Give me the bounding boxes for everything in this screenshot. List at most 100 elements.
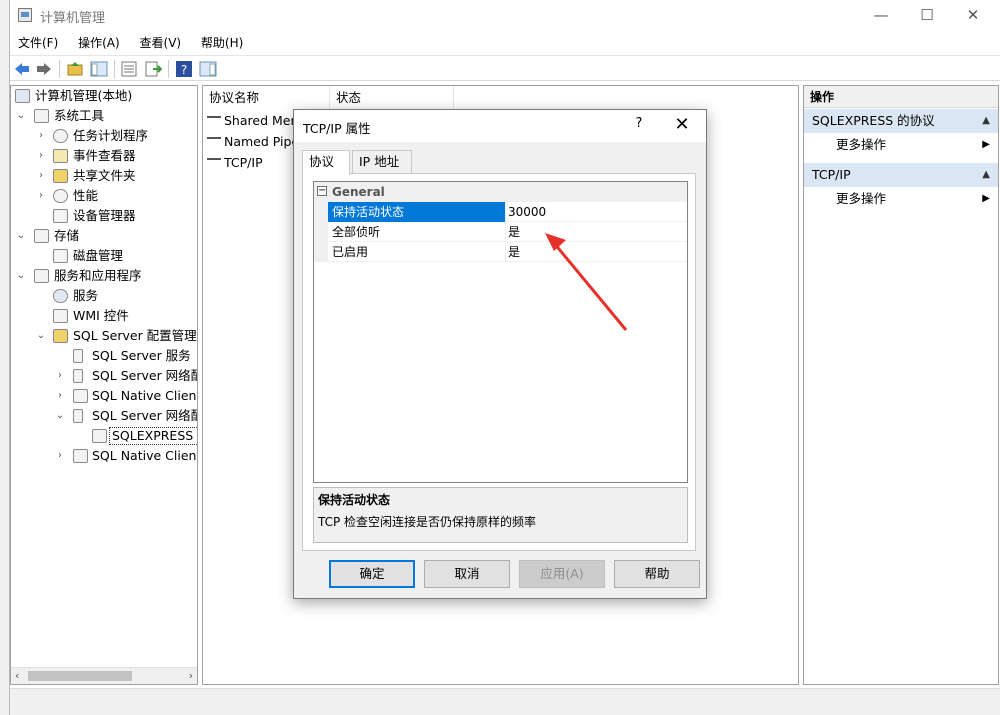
apply-button[interactable]: 应用(A): [519, 560, 605, 588]
performance-icon: [53, 189, 68, 203]
scroll-left-icon[interactable]: ‹: [15, 669, 19, 682]
show-hide-tree-icon[interactable]: [90, 60, 108, 78]
expand-chevron-icon[interactable]: ›: [54, 386, 66, 406]
tree-item-label: SQL Server 网络配: [92, 368, 198, 383]
column-header-status[interactable]: 状态: [330, 86, 454, 110]
list-item[interactable]: Named Pipe: [207, 131, 299, 152]
collapse-chevron-icon[interactable]: ⌄: [35, 326, 47, 346]
device-manager-icon: [53, 209, 68, 223]
cancel-button[interactable]: 取消: [424, 560, 510, 588]
protocol-icon: [207, 158, 221, 168]
actions-section-tcpip[interactable]: TCP/IP ▲: [804, 163, 998, 187]
sql-config-icon: [53, 329, 68, 343]
menu-file[interactable]: 文件(F): [10, 31, 66, 51]
more-actions-item[interactable]: 更多操作 ▶: [804, 133, 998, 157]
list-item[interactable]: TCP/IP: [207, 152, 263, 173]
collapse-chevron-icon[interactable]: ⌄: [15, 106, 27, 126]
expand-chevron-icon[interactable]: ›: [35, 126, 47, 146]
property-row-keep-alive[interactable]: 保持活动状态 30000: [314, 202, 687, 222]
actions-header: 操作: [804, 86, 998, 108]
svg-text:?: ?: [181, 63, 187, 77]
toolbar-separator: [114, 60, 115, 78]
computer-management-icon: [18, 8, 32, 22]
console-tree: 计算机管理(本地) ⌄ 系统工具 › 任务计划程序 › 事件查看器 › 共享文件…: [10, 85, 198, 685]
property-value[interactable]: 是: [508, 222, 520, 242]
property-category[interactable]: − General: [314, 182, 687, 202]
help-button[interactable]: 帮助: [614, 560, 700, 588]
collapse-box-icon[interactable]: −: [317, 186, 327, 196]
description-title: 保持活动状态: [318, 493, 391, 507]
window-title: 计算机管理: [40, 11, 106, 26]
protocol-name: Named Pipe: [224, 134, 300, 149]
collapse-chevron-icon[interactable]: ⌄: [15, 226, 27, 246]
property-description: 保持活动状态 TCP 检查空闲连接是否仍保持原样的频率: [313, 487, 688, 543]
property-value[interactable]: 30000: [508, 202, 546, 222]
actions-section-title: TCP/IP: [812, 167, 851, 182]
back-arrow-icon[interactable]: [13, 60, 31, 78]
help-icon[interactable]: ?: [624, 116, 654, 136]
submenu-arrow-icon: ▶: [982, 139, 990, 150]
title-bar: 计算机管理 — ☐ ✕: [10, 0, 1000, 31]
close-button[interactable]: ✕: [950, 0, 996, 31]
property-row-enabled[interactable]: 已启用 是: [314, 242, 687, 262]
protocol-icon: [92, 429, 107, 443]
help-icon[interactable]: ?: [175, 60, 193, 78]
tab-protocol[interactable]: 协议: [302, 150, 350, 175]
scrollbar-thumb[interactable]: [28, 671, 132, 681]
up-folder-icon[interactable]: [66, 60, 84, 78]
expand-chevron-icon[interactable]: ›: [35, 146, 47, 166]
property-value[interactable]: 是: [508, 242, 520, 262]
computer-management-icon: [15, 89, 30, 103]
dialog-title: TCP/IP 属性: [303, 121, 371, 136]
ok-button[interactable]: 确定: [329, 560, 415, 588]
actions-section-title: SQLEXPRESS 的协议: [812, 113, 935, 128]
property-name: 保持活动状态: [328, 202, 506, 222]
actions-pane: 操作 SQLEXPRESS 的协议 ▲ 更多操作 ▶ TCP/IP ▲ 更多操作…: [803, 85, 999, 685]
tools-icon: [34, 109, 49, 123]
clock-icon: [53, 129, 68, 143]
row-gutter: [314, 202, 328, 222]
tree-horizontal-scrollbar[interactable]: ‹ ›: [11, 667, 197, 684]
tree-item-label: 计算机管理(本地): [35, 88, 133, 103]
maximize-button[interactable]: ☐: [904, 0, 950, 31]
action-label: 更多操作: [836, 137, 887, 152]
properties-icon[interactable]: [120, 60, 138, 78]
expand-chevron-icon[interactable]: ›: [54, 446, 66, 466]
column-header-protocol-name[interactable]: 协议名称: [203, 86, 330, 110]
actions-section-sqlexpress[interactable]: SQLEXPRESS 的协议 ▲: [804, 109, 998, 133]
row-gutter: [314, 222, 328, 242]
property-row-listen-all[interactable]: 全部侦听 是: [314, 222, 687, 242]
collapse-triangle-icon[interactable]: ▲: [982, 163, 990, 187]
menu-help[interactable]: 帮助(H): [193, 31, 251, 51]
tree-item-label: SQL Server 服务: [92, 348, 191, 363]
tab-ip-addresses[interactable]: IP 地址: [352, 150, 412, 174]
show-hide-action-pane-icon[interactable]: [199, 60, 217, 78]
collapse-chevron-icon[interactable]: ⌄: [54, 406, 66, 426]
more-actions-item[interactable]: 更多操作 ▶: [804, 187, 998, 211]
tree-item-label: SQLEXPRESS 的: [109, 427, 197, 445]
tab-panel: − General 保持活动状态 30000 全部侦听 是 已启用 是 保持活动…: [302, 173, 696, 551]
dialog-title-bar: TCP/IP 属性 ? ✕: [294, 110, 706, 142]
category-name: General: [332, 185, 385, 199]
menu-action[interactable]: 操作(A): [70, 31, 128, 51]
tree-item-label: SQL Native Client: [92, 448, 198, 463]
collapse-triangle-icon[interactable]: ▲: [982, 109, 990, 133]
dialog-close-button[interactable]: ✕: [664, 114, 700, 138]
tree-item-label: 共享文件夹: [73, 168, 136, 183]
protocol-name: TCP/IP: [224, 155, 263, 170]
export-list-icon[interactable]: [144, 60, 162, 78]
expand-chevron-icon[interactable]: ›: [54, 366, 66, 386]
forward-arrow-icon[interactable]: [35, 60, 53, 78]
tree-item-label: 磁盘管理: [73, 248, 124, 263]
list-item[interactable]: Shared Mem: [207, 110, 303, 131]
scroll-right-icon[interactable]: ›: [189, 669, 193, 682]
menu-view[interactable]: 查看(V): [132, 31, 190, 51]
expand-chevron-icon[interactable]: ›: [35, 186, 47, 206]
network-config-icon: [73, 369, 83, 383]
expand-chevron-icon[interactable]: ›: [35, 166, 47, 186]
tree-item-label: 性能: [73, 188, 99, 203]
collapse-chevron-icon[interactable]: ⌄: [15, 266, 27, 286]
minimize-button[interactable]: —: [858, 0, 904, 31]
status-bar: [10, 688, 1000, 715]
tree-item-label: 系统工具: [54, 108, 105, 123]
